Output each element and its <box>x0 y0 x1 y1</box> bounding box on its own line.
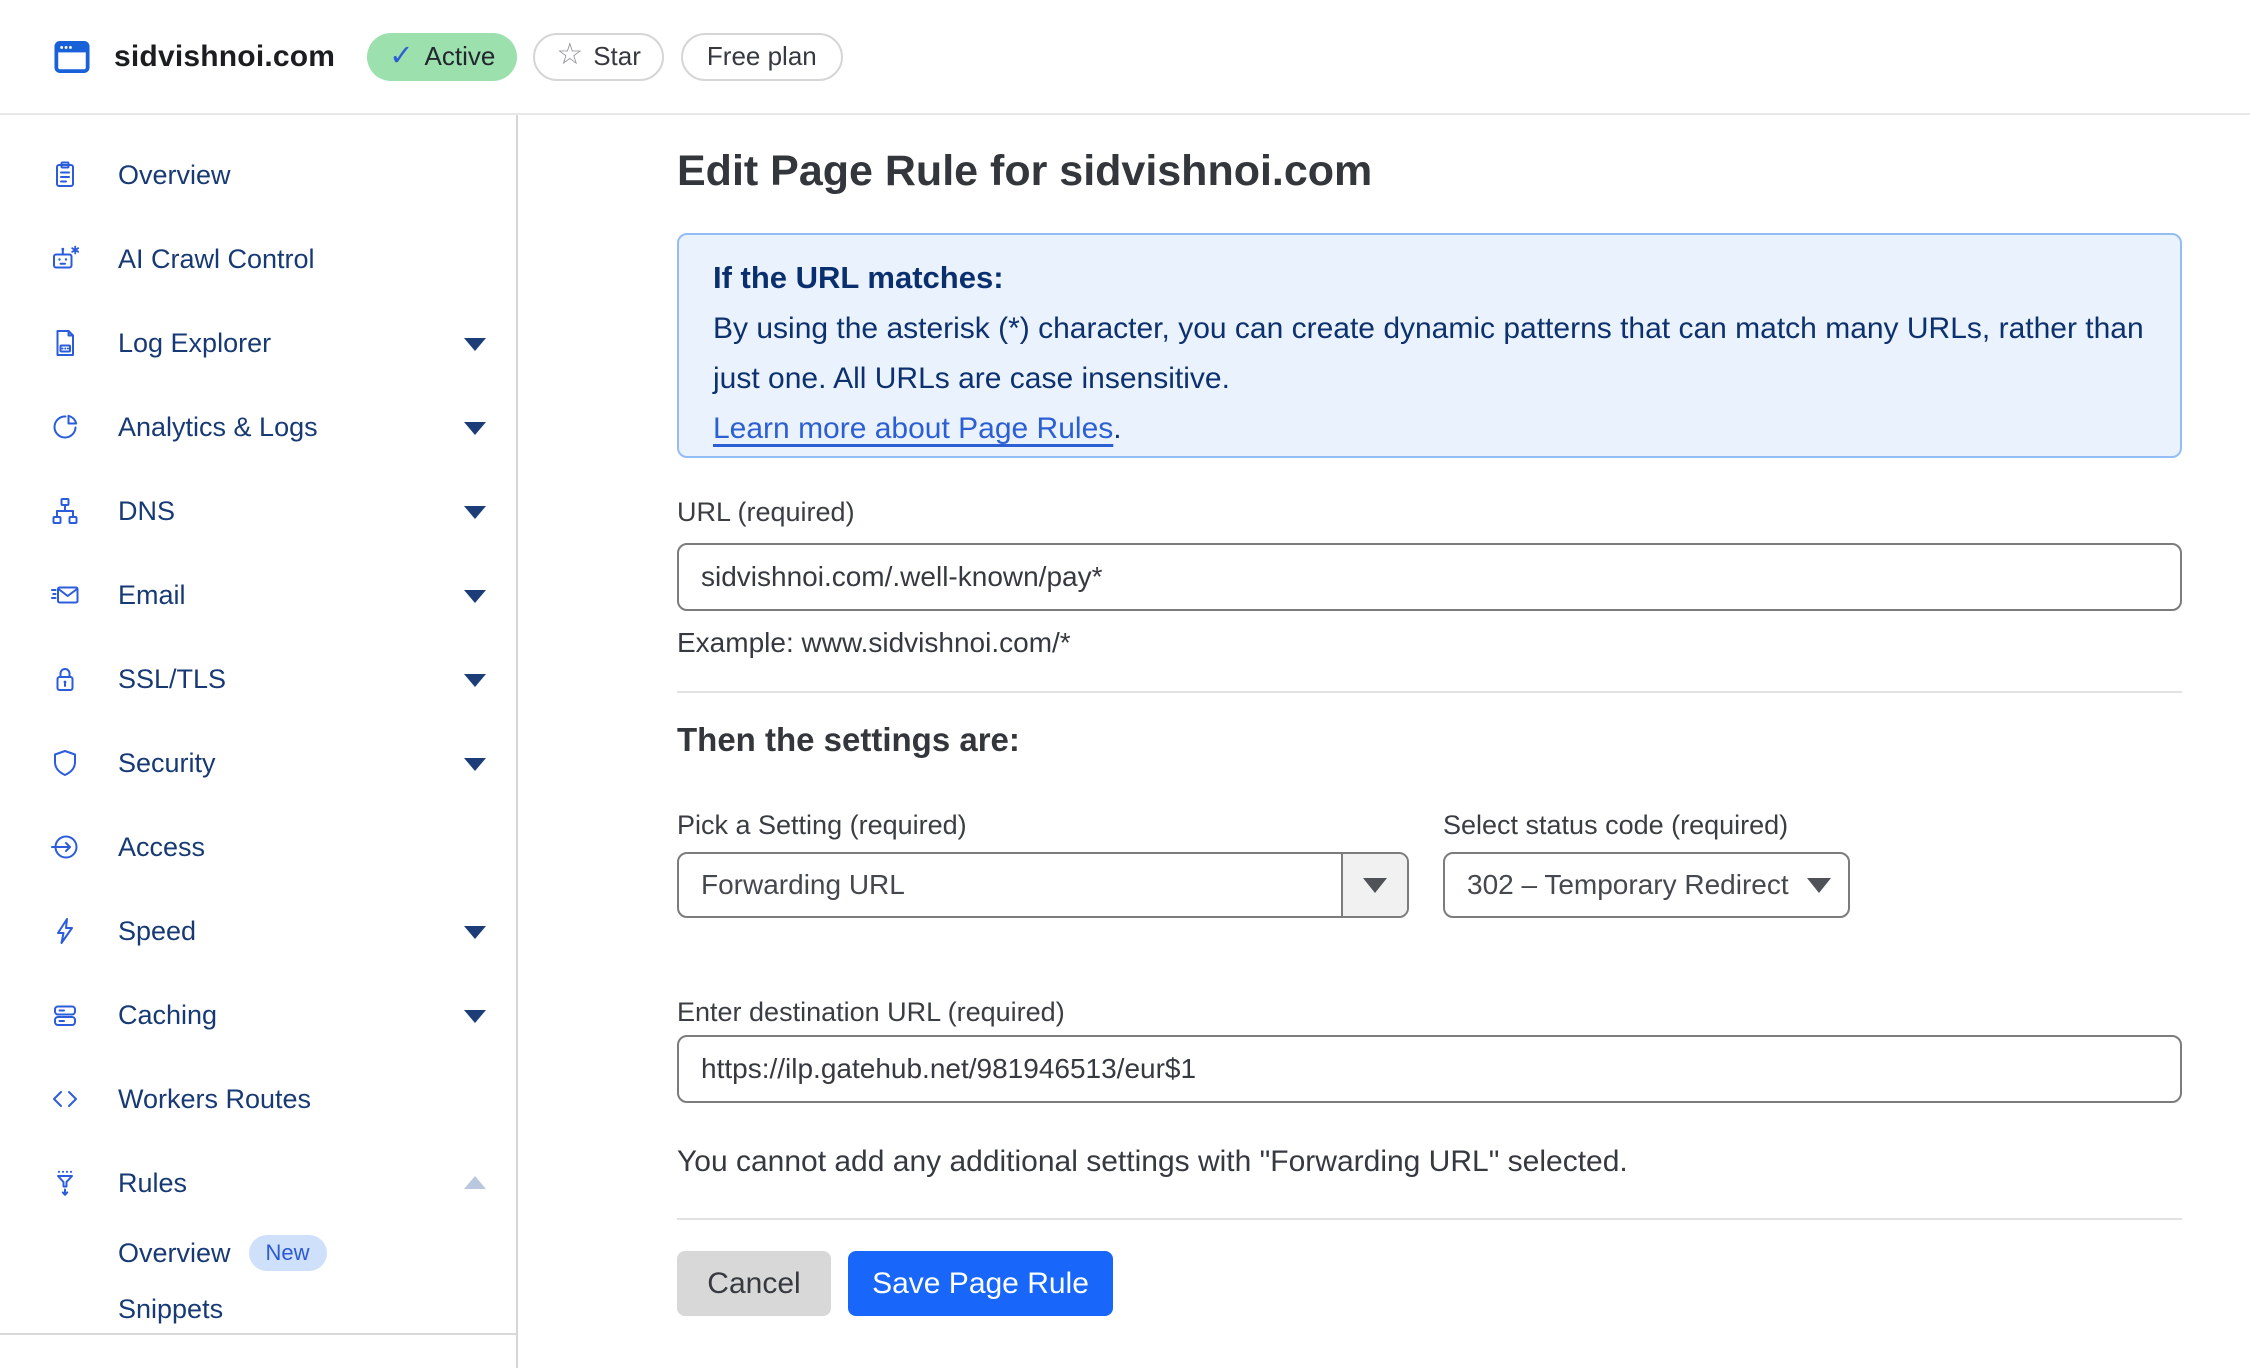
sidebar-item-speed[interactable]: Speed <box>0 889 516 973</box>
status-select-value: 302 – Temporary Redirect <box>1445 869 1789 901</box>
sidebar-subitem-label: Snippets <box>118 1294 223 1325</box>
shield-icon <box>50 748 80 778</box>
lightning-icon <box>50 916 80 946</box>
funnel-icon <box>50 1168 80 1198</box>
chevron-down-icon <box>464 758 486 771</box>
sidebar-divider <box>0 1333 516 1335</box>
star-button-label: Star <box>593 41 641 72</box>
learn-more-link[interactable]: Learn more about Page Rules <box>713 412 1113 445</box>
login-arrow-icon <box>50 832 80 862</box>
sidebar: Overview AI Crawl Control <box>0 115 518 1368</box>
info-box-title: If the URL matches: <box>713 260 2146 296</box>
sidebar-subitem-snippets[interactable]: Snippets <box>0 1281 516 1337</box>
plan-badge: Free plan <box>681 33 843 81</box>
server-stack-icon <box>50 1000 80 1030</box>
envelope-icon <box>50 580 80 610</box>
status-select-label: Select status code (required) <box>1443 810 1788 841</box>
url-match-info-box: If the URL matches: By using the asteris… <box>677 233 2182 458</box>
sidebar-subitem-rules-overview[interactable]: Overview New <box>0 1225 516 1281</box>
status-select[interactable]: 302 – Temporary Redirect <box>1443 852 1850 918</box>
main-content: Edit Page Rule for sidvishnoi.com If the… <box>677 115 2182 1368</box>
sidebar-item-label: DNS <box>118 496 175 527</box>
code-brackets-icon <box>50 1084 80 1114</box>
url-example-hint: Example: www.sidvishnoi.com/* <box>677 627 1071 659</box>
chevron-down-icon <box>464 674 486 687</box>
sidebar-item-security[interactable]: Security <box>0 721 516 805</box>
plan-badge-label: Free plan <box>707 41 817 72</box>
sidebar-item-label: Overview <box>118 160 231 191</box>
top-bar: sidvishnoi.com ✓ Active ☆ Star Free plan <box>0 0 2250 115</box>
sidebar-item-workers-routes[interactable]: Workers Routes <box>0 1057 516 1141</box>
dropdown-arrow-button[interactable] <box>1341 854 1407 916</box>
star-icon: ☆ <box>556 40 583 70</box>
sidebar-item-label: Log Explorer <box>118 328 271 359</box>
setting-select-value: Forwarding URL <box>679 869 905 901</box>
dropdown-arrow-icon <box>1363 878 1387 893</box>
star-button[interactable]: ☆ Star <box>533 33 664 81</box>
chevron-down-icon <box>464 926 486 939</box>
sidebar-item-rules[interactable]: Rules <box>0 1141 516 1225</box>
status-badge-label: Active <box>425 41 496 72</box>
divider <box>677 691 2182 693</box>
divider <box>677 1218 2182 1220</box>
sidebar-item-label: Rules <box>118 1168 187 1199</box>
clipboard-icon <box>50 160 80 190</box>
forwarding-url-note: You cannot add any additional settings w… <box>677 1145 1628 1179</box>
sidebar-item-label: Workers Routes <box>118 1084 311 1115</box>
page: sidvishnoi.com ✓ Active ☆ Star Free plan… <box>0 0 2250 1368</box>
browser-window-icon <box>53 39 91 75</box>
robot-icon <box>50 244 80 274</box>
chevron-down-icon <box>464 338 486 351</box>
chevron-down-icon <box>464 1010 486 1023</box>
chevron-down-icon <box>464 506 486 519</box>
network-tree-icon <box>50 496 80 526</box>
sidebar-item-email[interactable]: Email <box>0 553 516 637</box>
destination-url-input[interactable] <box>677 1035 2182 1103</box>
sidebar-item-label: Speed <box>118 916 196 947</box>
sidebar-subitem-label: Overview <box>118 1238 231 1269</box>
destination-field-label: Enter destination URL (required) <box>677 997 1065 1028</box>
sidebar-nav: Overview AI Crawl Control <box>0 115 516 1337</box>
sidebar-item-label: AI Crawl Control <box>118 244 315 275</box>
new-badge: New <box>249 1235 327 1271</box>
pie-chart-icon <box>50 412 80 442</box>
chevron-up-icon <box>464 1176 486 1189</box>
padlock-icon <box>50 664 80 694</box>
sidebar-item-analytics-logs[interactable]: Analytics & Logs <box>0 385 516 469</box>
sidebar-item-overview[interactable]: Overview <box>0 133 516 217</box>
url-field-label: URL (required) <box>677 497 855 528</box>
sidebar-item-ai-crawl-control[interactable]: AI Crawl Control <box>0 217 516 301</box>
info-box-body: By using the asterisk (*) character, you… <box>713 304 2146 404</box>
sidebar-item-ssl-tls[interactable]: SSL/TLS <box>0 637 516 721</box>
sidebar-item-log-explorer[interactable]: Log Explorer <box>0 301 516 385</box>
link-suffix: . <box>1113 412 1121 445</box>
sidebar-item-dns[interactable]: DNS <box>0 469 516 553</box>
save-page-rule-button[interactable]: Save Page Rule <box>848 1251 1113 1316</box>
setting-select[interactable]: Forwarding URL <box>677 852 1409 918</box>
settings-section-title: Then the settings are: <box>677 721 1020 759</box>
chevron-down-icon <box>464 590 486 603</box>
page-title: Edit Page Rule for sidvishnoi.com <box>677 147 1372 196</box>
sidebar-item-access[interactable]: Access <box>0 805 516 889</box>
check-icon: ✓ <box>389 42 413 71</box>
chevron-down-icon <box>464 422 486 435</box>
sidebar-item-label: Caching <box>118 1000 217 1031</box>
site-name: sidvishnoi.com <box>114 40 335 74</box>
log-document-icon <box>50 328 80 358</box>
cancel-button[interactable]: Cancel <box>677 1251 831 1316</box>
url-input[interactable] <box>677 543 2182 611</box>
sidebar-item-label: Analytics & Logs <box>118 412 318 443</box>
sidebar-item-label: Security <box>118 748 216 779</box>
sidebar-item-label: SSL/TLS <box>118 664 226 695</box>
status-badge: ✓ Active <box>367 33 517 81</box>
dropdown-arrow-icon <box>1807 878 1831 893</box>
sidebar-item-label: Access <box>118 832 205 863</box>
sidebar-item-caching[interactable]: Caching <box>0 973 516 1057</box>
sidebar-item-label: Email <box>118 580 186 611</box>
setting-select-label: Pick a Setting (required) <box>677 810 967 841</box>
